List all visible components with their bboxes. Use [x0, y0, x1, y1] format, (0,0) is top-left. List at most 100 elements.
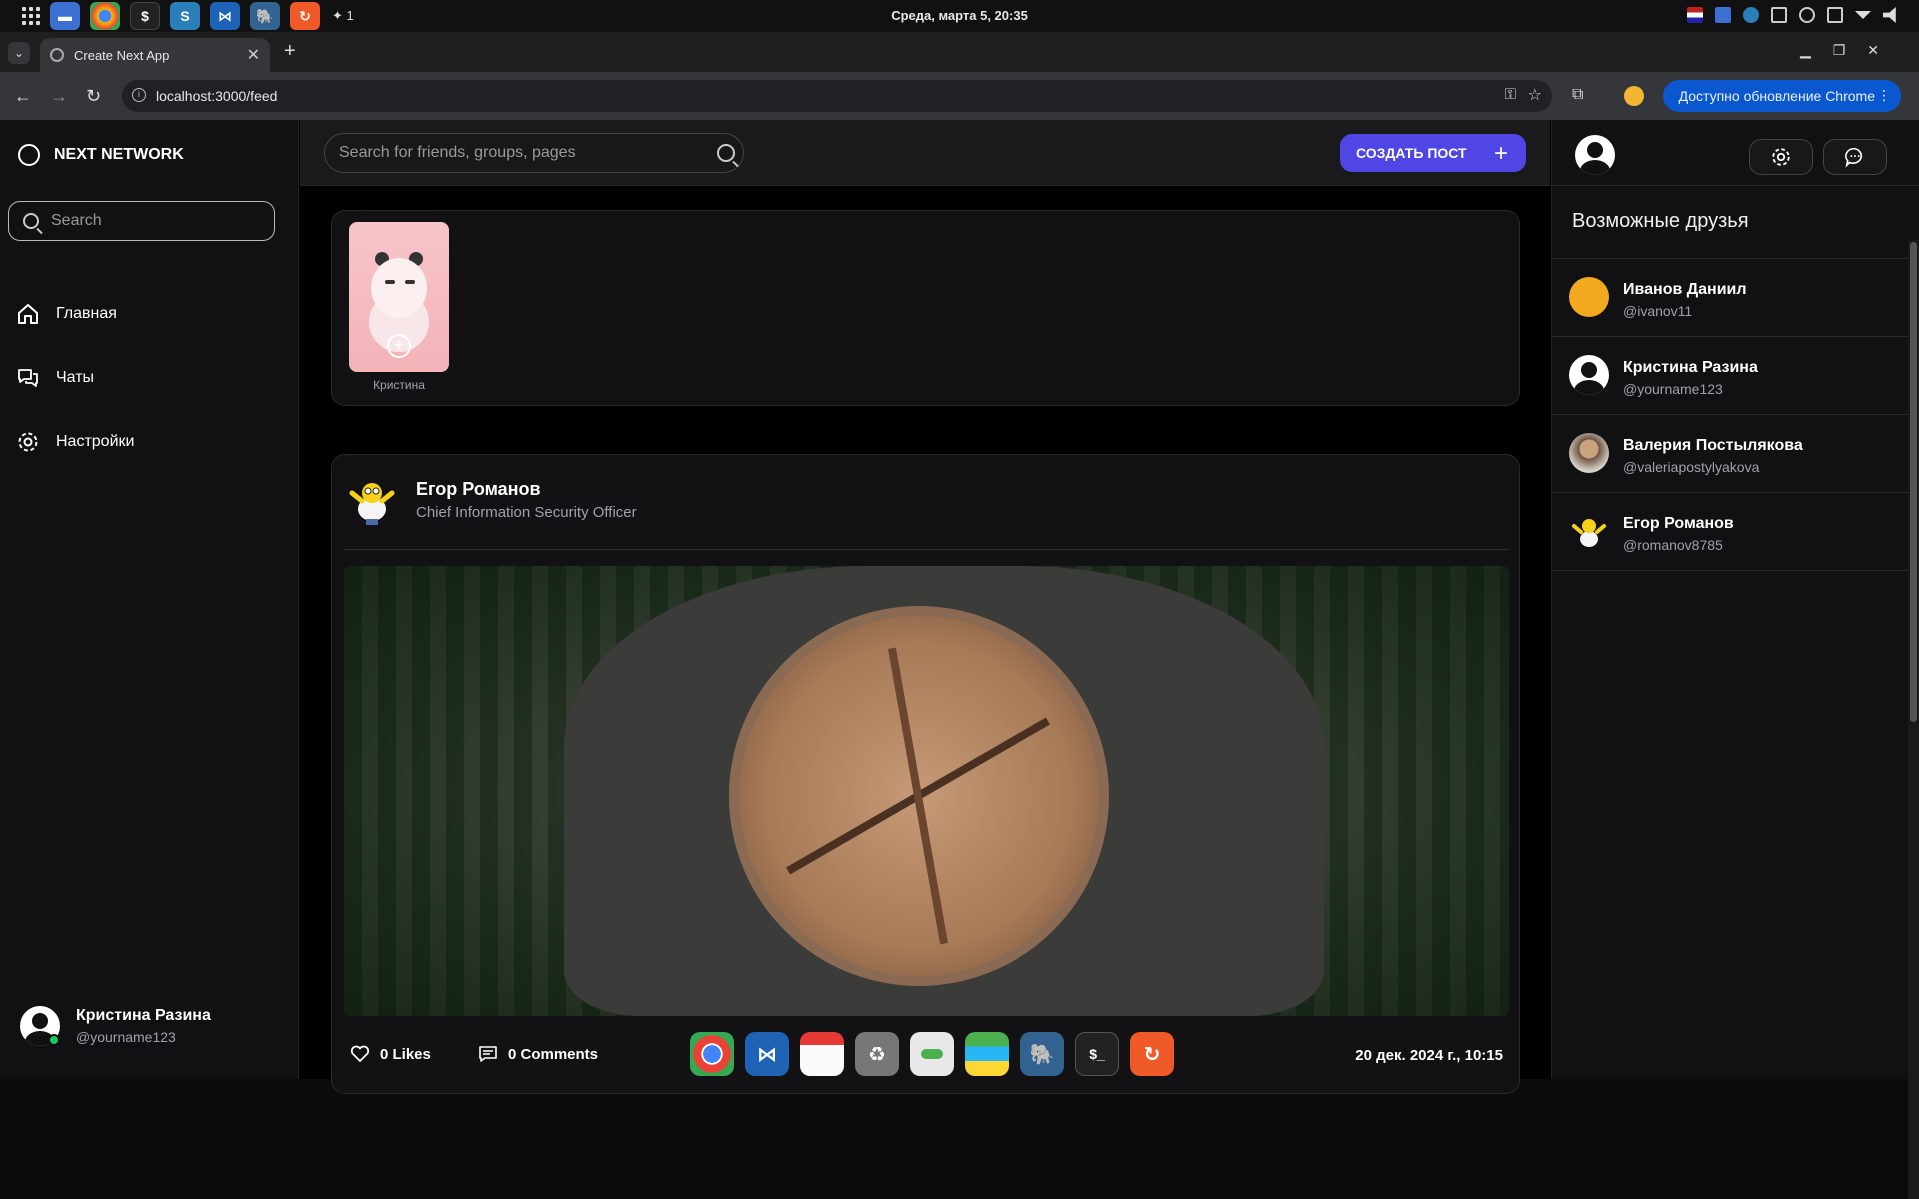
- friend-avatar: [1572, 519, 1606, 547]
- keyboard-layout-icon[interactable]: [1687, 7, 1703, 23]
- vpn-app-icon[interactable]: ↻: [290, 2, 320, 30]
- avatar[interactable]: [1575, 135, 1615, 175]
- create-post-button[interactable]: СОЗДАТЬ ПОСТ +: [1340, 134, 1526, 172]
- password-key-icon[interactable]: ⚿: [1505, 86, 1516, 103]
- story-thumbnail[interactable]: +: [349, 222, 449, 372]
- new-tab-button[interactable]: +: [284, 40, 296, 63]
- vscode-app-icon[interactable]: ⋈: [210, 2, 240, 30]
- sidebar-item-label: Чаты: [56, 369, 95, 386]
- messages-button[interactable]: [1823, 139, 1887, 175]
- volume-icon[interactable]: [1883, 7, 1896, 23]
- post-date: 20 дек. 2024 г., 10:15: [1355, 1047, 1503, 1064]
- chrome-update-label: Доступно обновление Chrome: [1678, 88, 1875, 104]
- notification-indicator[interactable]: ✦ 1: [332, 8, 354, 24]
- profile-avatar-icon[interactable]: [1624, 86, 1644, 106]
- like-button[interactable]: 0 Likes: [350, 1045, 431, 1063]
- stories-panel: + Кристина: [331, 210, 1520, 406]
- post-image[interactable]: [344, 566, 1509, 1016]
- chrome-app-icon[interactable]: [90, 2, 120, 30]
- chats-icon: [18, 369, 38, 387]
- page-scrollbar[interactable]: [1908, 240, 1919, 1199]
- app-grid-icon[interactable]: [22, 7, 40, 25]
- scrollbar-thumb[interactable]: [1910, 242, 1917, 722]
- post-author-role: Chief Information Security Officer: [416, 504, 637, 521]
- os-top-bar: ▬ $ S ⋈ 🐘 ↻ ✦ 1 Среда, марта 5, 20:35: [0, 0, 1919, 32]
- shotwell-app-icon[interactable]: S: [170, 2, 200, 30]
- settings-button[interactable]: [1749, 139, 1813, 175]
- friend-handle: @romanov8785: [1623, 537, 1723, 553]
- browser-tab[interactable]: Create Next App ✕: [40, 38, 270, 72]
- url-text: localhost:3000/feed: [156, 88, 278, 104]
- bookmark-star-icon[interactable]: ☆: [1528, 85, 1542, 105]
- shield-icon[interactable]: [1799, 7, 1815, 23]
- likes-count: 0 Likes: [380, 1045, 431, 1063]
- reload-icon[interactable]: ↻: [86, 86, 101, 107]
- brand-logo-icon: [18, 144, 40, 166]
- comments-button[interactable]: 0 Comments: [478, 1045, 598, 1063]
- tab-close-icon[interactable]: ✕: [247, 45, 260, 65]
- friend-name: Валерия Постылякова: [1623, 437, 1803, 454]
- feed-header: Search for friends, groups, pages СОЗДАТ…: [300, 120, 1550, 186]
- vpn-dock-icon[interactable]: ↻: [1130, 1032, 1174, 1076]
- search-icon[interactable]: [717, 144, 735, 162]
- friend-avatar: [1569, 277, 1609, 317]
- browser-toolbar: ← → ↻ i localhost:3000/feed ⚿ ☆ ⧉ Доступ…: [0, 72, 1919, 120]
- forward-icon[interactable]: →: [50, 86, 68, 107]
- calendar-dock-icon[interactable]: [800, 1032, 844, 1076]
- heart-icon: [350, 1045, 370, 1062]
- back-icon[interactable]: ←: [14, 86, 32, 107]
- extensions-icon[interactable]: ⧉: [1572, 86, 1583, 104]
- comment-icon: [479, 1046, 497, 1062]
- terminal-dock-icon[interactable]: $_: [1075, 1032, 1119, 1076]
- current-user-card[interactable]: Кристина Разина @yourname123: [20, 1006, 211, 1046]
- panda-eye: [405, 280, 415, 284]
- author-avatar[interactable]: [344, 471, 400, 527]
- clipboard-icon[interactable]: [1771, 7, 1787, 23]
- files-app-icon[interactable]: ▬: [50, 2, 80, 30]
- kebab-menu-icon: ⋮: [1877, 87, 1891, 103]
- comments-count: 0 Comments: [508, 1045, 599, 1063]
- postgres-app-icon[interactable]: 🐘: [250, 2, 280, 30]
- friend-avatar: [1569, 355, 1609, 395]
- friend-suggestion-item[interactable]: Кристина Разина @yourname123: [1552, 337, 1919, 415]
- trash-dock-icon[interactable]: ♻: [855, 1032, 899, 1076]
- tab-search-button[interactable]: ⌄: [8, 42, 30, 64]
- settings-icon: [18, 432, 38, 452]
- chrome-update-button[interactable]: Доступно обновление Chrome ⋮: [1662, 80, 1901, 112]
- sidebar-search-placeholder: Search: [51, 212, 102, 229]
- wifi-icon[interactable]: [1855, 11, 1871, 19]
- feed-search-input[interactable]: Search for friends, groups, pages: [324, 133, 744, 173]
- brand-name: NEXT NETWORK: [54, 146, 184, 163]
- stack-dock-icon[interactable]: [965, 1032, 1009, 1076]
- friend-suggestion-item[interactable]: Валерия Постылякова @valeriapostylyakova: [1552, 415, 1919, 493]
- feed-search-placeholder: Search for friends, groups, pages: [339, 144, 576, 161]
- window-controls[interactable]: ▁❐✕: [1800, 42, 1901, 59]
- friend-suggestion-item[interactable]: Иванов Даниил @ivanov11: [1552, 259, 1919, 337]
- friend-handle: @yourname123: [1623, 381, 1723, 397]
- site-info-icon[interactable]: i: [132, 88, 146, 102]
- postgres-dock-icon[interactable]: 🐘: [1020, 1032, 1064, 1076]
- folder-icon[interactable]: [1715, 7, 1731, 23]
- settings-dock-icon[interactable]: [910, 1032, 954, 1076]
- terminal-app-icon[interactable]: $: [130, 2, 160, 30]
- right-panel-header: [1552, 120, 1919, 186]
- sidebar-search-input[interactable]: Search: [8, 201, 275, 241]
- plus-icon: +: [1493, 140, 1508, 167]
- sync-icon[interactable]: [1743, 7, 1759, 23]
- friend-name: Кристина Разина: [1623, 359, 1758, 376]
- address-bar[interactable]: i localhost:3000/feed ⚿ ☆: [122, 80, 1552, 112]
- chrome-dock-icon[interactable]: [690, 1032, 734, 1076]
- add-story-icon[interactable]: +: [387, 334, 411, 358]
- browser-tab-strip: ⌄ Create Next App ✕ + ▁❐✕: [0, 32, 1919, 72]
- vscode-dock-icon[interactable]: ⋈: [745, 1032, 789, 1076]
- brand[interactable]: NEXT NETWORK: [18, 144, 184, 166]
- sidebar-item-settings[interactable]: Настройки: [16, 430, 134, 454]
- post-author-name[interactable]: Егор Романов: [416, 479, 541, 500]
- friend-name: Иванов Даниил: [1623, 281, 1747, 298]
- sidebar-item-label: Настройки: [56, 433, 135, 450]
- sidebar-item-chats[interactable]: Чаты: [16, 366, 94, 390]
- document-icon[interactable]: [1827, 7, 1843, 23]
- friend-suggestion-item[interactable]: Егор Романов @romanov8785: [1552, 493, 1919, 571]
- sidebar-item-home[interactable]: Главная: [16, 302, 117, 326]
- os-clock[interactable]: Среда, марта 5, 20:35: [0, 8, 1919, 23]
